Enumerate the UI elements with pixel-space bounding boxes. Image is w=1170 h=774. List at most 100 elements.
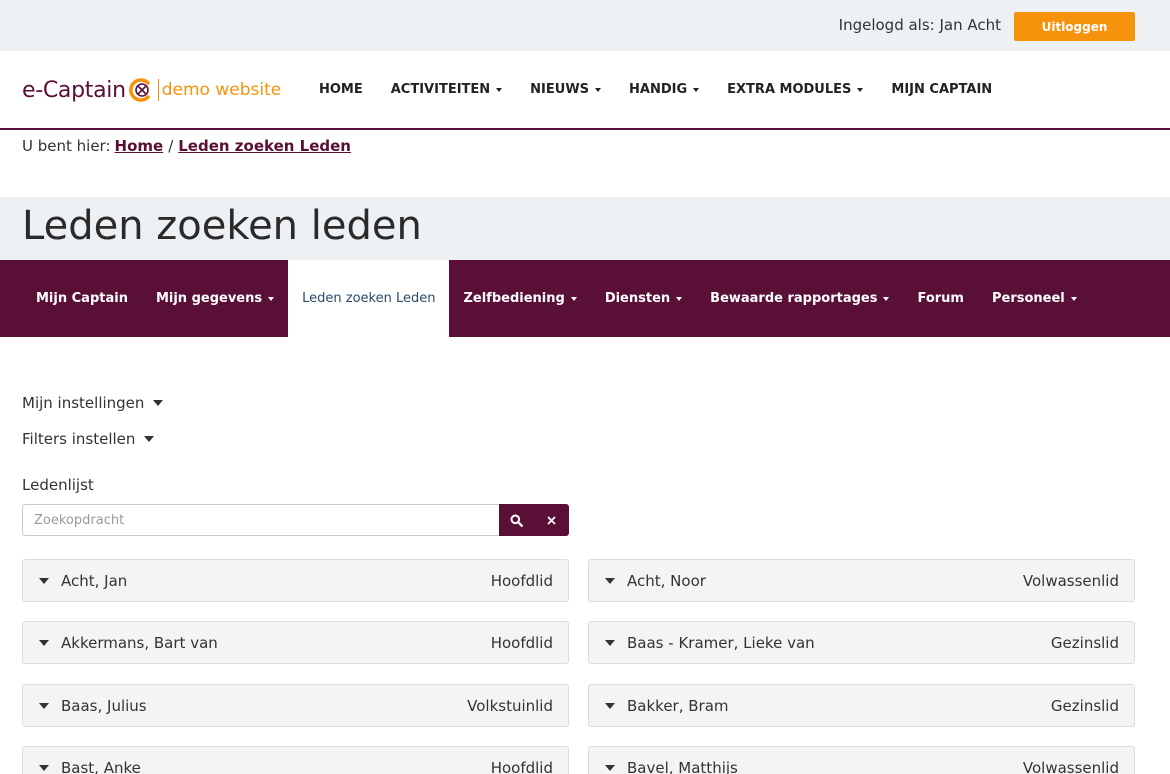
logo[interactable]: e-Captain demo website — [22, 75, 281, 105]
caret-down-icon — [570, 296, 577, 301]
member-name: Baas - Kramer, Lieke van — [627, 633, 815, 652]
my-settings-toggle[interactable]: Mijn instellingen — [22, 394, 164, 412]
tab-label: Mijn gegevens — [155, 291, 263, 306]
nav-nieuws[interactable]: NIEUWS — [530, 82, 602, 97]
tab-mijn-captain[interactable]: Mijn Captain — [22, 260, 142, 337]
logo-mark-icon — [128, 78, 150, 102]
tab-label: Forum — [917, 291, 964, 306]
tab-label: Diensten — [604, 291, 671, 306]
caret-down-icon — [595, 87, 602, 92]
main-nav: HOME ACTIVITEITEN NIEUWS HANDIG EXTRA MO… — [305, 82, 1006, 97]
member-card[interactable]: Acht, Jan Hoofdlid — [22, 559, 569, 602]
title-band: Leden zoeken leden — [0, 197, 1170, 260]
member-card[interactable]: Akkermans, Bart van Hoofdlid — [22, 621, 569, 664]
tab-bewaarde-rapportages[interactable]: Bewaarde rapportages — [696, 260, 903, 337]
breadcrumb: U bent hier: Home / Leden zoeken Leden — [22, 137, 351, 155]
nav-label: ACTIVITEITEN — [390, 82, 491, 97]
member-type: Hoofdlid — [490, 633, 553, 652]
member-card[interactable]: Bast, Anke Hoofdlid — [22, 746, 569, 774]
member-name: Acht, Jan — [61, 571, 128, 590]
member-name: Acht, Noor — [627, 571, 706, 590]
member-type: Hoofdlid — [490, 758, 553, 774]
breadcrumb-separator: / — [168, 137, 174, 155]
member-type: Volwassenlid — [1022, 571, 1119, 590]
logo-brand-text: e-Captain — [22, 77, 126, 103]
caret-down-icon — [39, 577, 49, 584]
member-type: Hoofdlid — [490, 571, 553, 590]
nav-label: HOME — [319, 82, 363, 97]
caret-down-icon — [39, 639, 49, 646]
nav-home[interactable]: HOME — [319, 82, 363, 97]
nav-label: EXTRA MODULES — [727, 82, 852, 97]
nav-activiteiten[interactable]: ACTIVITEITEN — [390, 82, 503, 97]
my-settings-label: Mijn instellingen — [22, 394, 145, 412]
nav-handig[interactable]: HANDIG — [629, 82, 700, 97]
caret-down-icon — [39, 702, 49, 709]
caret-down-icon — [676, 296, 683, 301]
tab-zelfbediening[interactable]: Zelfbediening — [449, 260, 590, 337]
caret-down-icon — [39, 764, 49, 771]
search-button[interactable] — [499, 504, 534, 536]
member-card[interactable]: Acht, Noor Volwassenlid — [588, 559, 1135, 602]
member-name: Baas, Julius — [61, 696, 147, 715]
breadcrumb-prefix: U bent hier: — [22, 137, 111, 155]
caret-down-icon — [883, 296, 890, 301]
member-card[interactable]: Baas, Julius Volkstuinlid — [22, 684, 569, 727]
member-name: Bavel, Matthijs — [627, 758, 738, 774]
caret-down-icon — [1070, 296, 1077, 301]
caret-down-icon — [605, 764, 615, 771]
tab-label: Personeel — [991, 291, 1065, 306]
tab-label: Zelfbediening — [463, 291, 565, 306]
logo-divider — [157, 79, 159, 101]
caret-down-icon — [605, 639, 615, 646]
member-type: Volkstuinlid — [467, 696, 553, 715]
member-type: Gezinslid — [1050, 633, 1119, 652]
nav-label: HANDIG — [629, 82, 688, 97]
nav-extra-modules[interactable]: EXTRA MODULES — [727, 82, 864, 97]
breadcrumb-current-link[interactable]: Leden zoeken Leden — [178, 137, 351, 155]
member-list-label: Ledenlijst — [22, 476, 94, 494]
search-bar — [22, 504, 569, 536]
filters-toggle[interactable]: Filters instellen — [22, 430, 155, 448]
tab-leden-zoeken-leden[interactable]: Leden zoeken Leden — [288, 260, 450, 337]
member-name: Bakker, Bram — [627, 696, 729, 715]
member-card[interactable]: Bavel, Matthijs Volwassenlid — [588, 746, 1135, 774]
member-card[interactable]: Bakker, Bram Gezinslid — [588, 684, 1135, 727]
caret-down-icon — [496, 87, 503, 92]
caret-down-icon — [857, 87, 864, 92]
caret-down-icon — [693, 87, 700, 92]
caret-down-icon — [605, 577, 615, 584]
tab-forum[interactable]: Forum — [903, 260, 978, 337]
caret-down-icon — [605, 702, 615, 709]
caret-down-icon — [268, 296, 275, 301]
tab-personeel[interactable]: Personeel — [978, 260, 1091, 337]
member-card[interactable]: Baas - Kramer, Lieke van Gezinslid — [588, 621, 1135, 664]
tab-label: Bewaarde rapportages — [710, 291, 878, 306]
caret-down-icon — [144, 436, 155, 442]
breadcrumb-home-link[interactable]: Home — [115, 137, 164, 155]
search-icon — [510, 514, 523, 527]
member-name: Akkermans, Bart van — [61, 633, 218, 652]
site-header: e-Captain demo website HOME ACTIVITEITEN… — [0, 51, 1170, 130]
member-type: Gezinslid — [1050, 696, 1119, 715]
filters-label: Filters instellen — [22, 430, 136, 448]
search-input[interactable] — [22, 504, 499, 536]
tab-label: Mijn Captain — [36, 291, 128, 306]
logout-button[interactable]: Uitloggen — [1014, 12, 1135, 41]
tab-label: Leden zoeken Leden — [302, 291, 436, 306]
member-type: Volwassenlid — [1022, 758, 1119, 774]
close-icon — [547, 516, 556, 524]
tab-diensten[interactable]: Diensten — [591, 260, 696, 337]
logged-in-text: Ingelogd als: Jan Acht — [838, 16, 1001, 34]
nav-label: NIEUWS — [530, 82, 590, 97]
caret-down-icon — [153, 400, 164, 406]
nav-mijn-captain[interactable]: MIJN CAPTAIN — [891, 82, 992, 97]
member-name: Bast, Anke — [61, 758, 141, 774]
clear-search-button[interactable] — [534, 504, 569, 536]
sub-nav: Mijn Captain Mijn gegevens Leden zoeken … — [0, 260, 1170, 337]
logo-tagline: demo website — [161, 80, 282, 100]
tab-mijn-gegevens[interactable]: Mijn gegevens — [142, 260, 288, 337]
nav-label: MIJN CAPTAIN — [891, 82, 993, 97]
top-bar: Ingelogd als: Jan Acht Uitloggen — [0, 0, 1170, 51]
page-title: Leden zoeken leden — [22, 203, 422, 249]
